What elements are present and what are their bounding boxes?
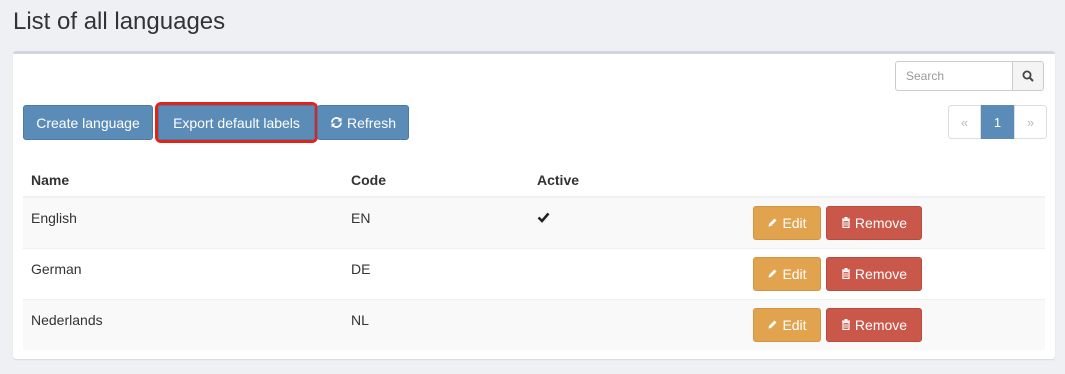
page-title: List of all languages: [13, 8, 226, 35]
export-default-labels-label: Export default labels: [173, 114, 300, 131]
cell-code: DE: [343, 247, 529, 299]
header-name[interactable]: Name: [23, 163, 343, 198]
refresh-icon: [330, 116, 343, 129]
table-header-row: Name Code Active: [23, 163, 1045, 198]
trash-icon: [841, 268, 851, 279]
cell-active: [529, 298, 745, 350]
pencil-icon: [767, 217, 778, 228]
cell-name: German: [23, 247, 343, 299]
search-box: [895, 61, 1044, 91]
remove-button[interactable]: Remove: [826, 256, 922, 291]
languages-panel: Create language Export default labels Re…: [13, 51, 1055, 359]
pencil-icon: [767, 319, 778, 330]
search-icon: [1022, 70, 1034, 82]
header-actions: [745, 163, 1045, 198]
remove-label: Remove: [854, 214, 908, 231]
table-row: German DE Edit Remove: [23, 247, 1045, 299]
remove-label: Remove: [854, 316, 908, 333]
cell-active: [529, 196, 745, 248]
edit-button[interactable]: Edit: [753, 205, 821, 240]
remove-button[interactable]: Remove: [826, 205, 922, 240]
cell-active: [529, 247, 745, 299]
refresh-button[interactable]: Refresh: [317, 105, 409, 140]
cell-name: English: [23, 196, 343, 248]
export-default-labels-button[interactable]: Export default labels: [155, 102, 318, 143]
cell-code: EN: [343, 196, 529, 248]
check-icon: [537, 212, 550, 223]
cell-actions: Edit Remove: [745, 247, 1045, 299]
table-row: Nederlands NL Edit Remove: [23, 298, 1045, 350]
search-button[interactable]: [1012, 61, 1044, 91]
pagination-next[interactable]: »: [1014, 105, 1047, 139]
cell-code: NL: [343, 298, 529, 350]
header-active[interactable]: Active: [529, 163, 745, 198]
create-language-label: Create language: [36, 114, 140, 131]
remove-label: Remove: [854, 265, 908, 282]
search-input[interactable]: [895, 61, 1012, 91]
cell-actions: Edit Remove: [745, 196, 1045, 248]
pagination-page-1[interactable]: 1: [981, 105, 1014, 139]
create-language-button[interactable]: Create language: [23, 105, 153, 140]
trash-icon: [841, 217, 851, 229]
header-code[interactable]: Code: [343, 163, 529, 198]
cell-actions: Edit Remove: [745, 298, 1045, 350]
edit-button[interactable]: Edit: [753, 256, 821, 291]
pencil-icon: [767, 268, 778, 279]
edit-button[interactable]: Edit: [753, 307, 821, 342]
pagination-prev[interactable]: «: [948, 105, 981, 139]
pagination: « 1 »: [948, 105, 1047, 139]
edit-label: Edit: [782, 214, 807, 231]
cell-name: Nederlands: [23, 298, 343, 350]
remove-button[interactable]: Remove: [826, 307, 922, 342]
table-row: English EN Edit Remove: [23, 196, 1045, 248]
languages-table: Name Code Active English EN Edit Remove …: [23, 163, 1045, 350]
trash-icon: [841, 319, 851, 331]
edit-label: Edit: [782, 265, 807, 282]
refresh-label: Refresh: [346, 114, 397, 131]
edit-label: Edit: [782, 316, 807, 333]
